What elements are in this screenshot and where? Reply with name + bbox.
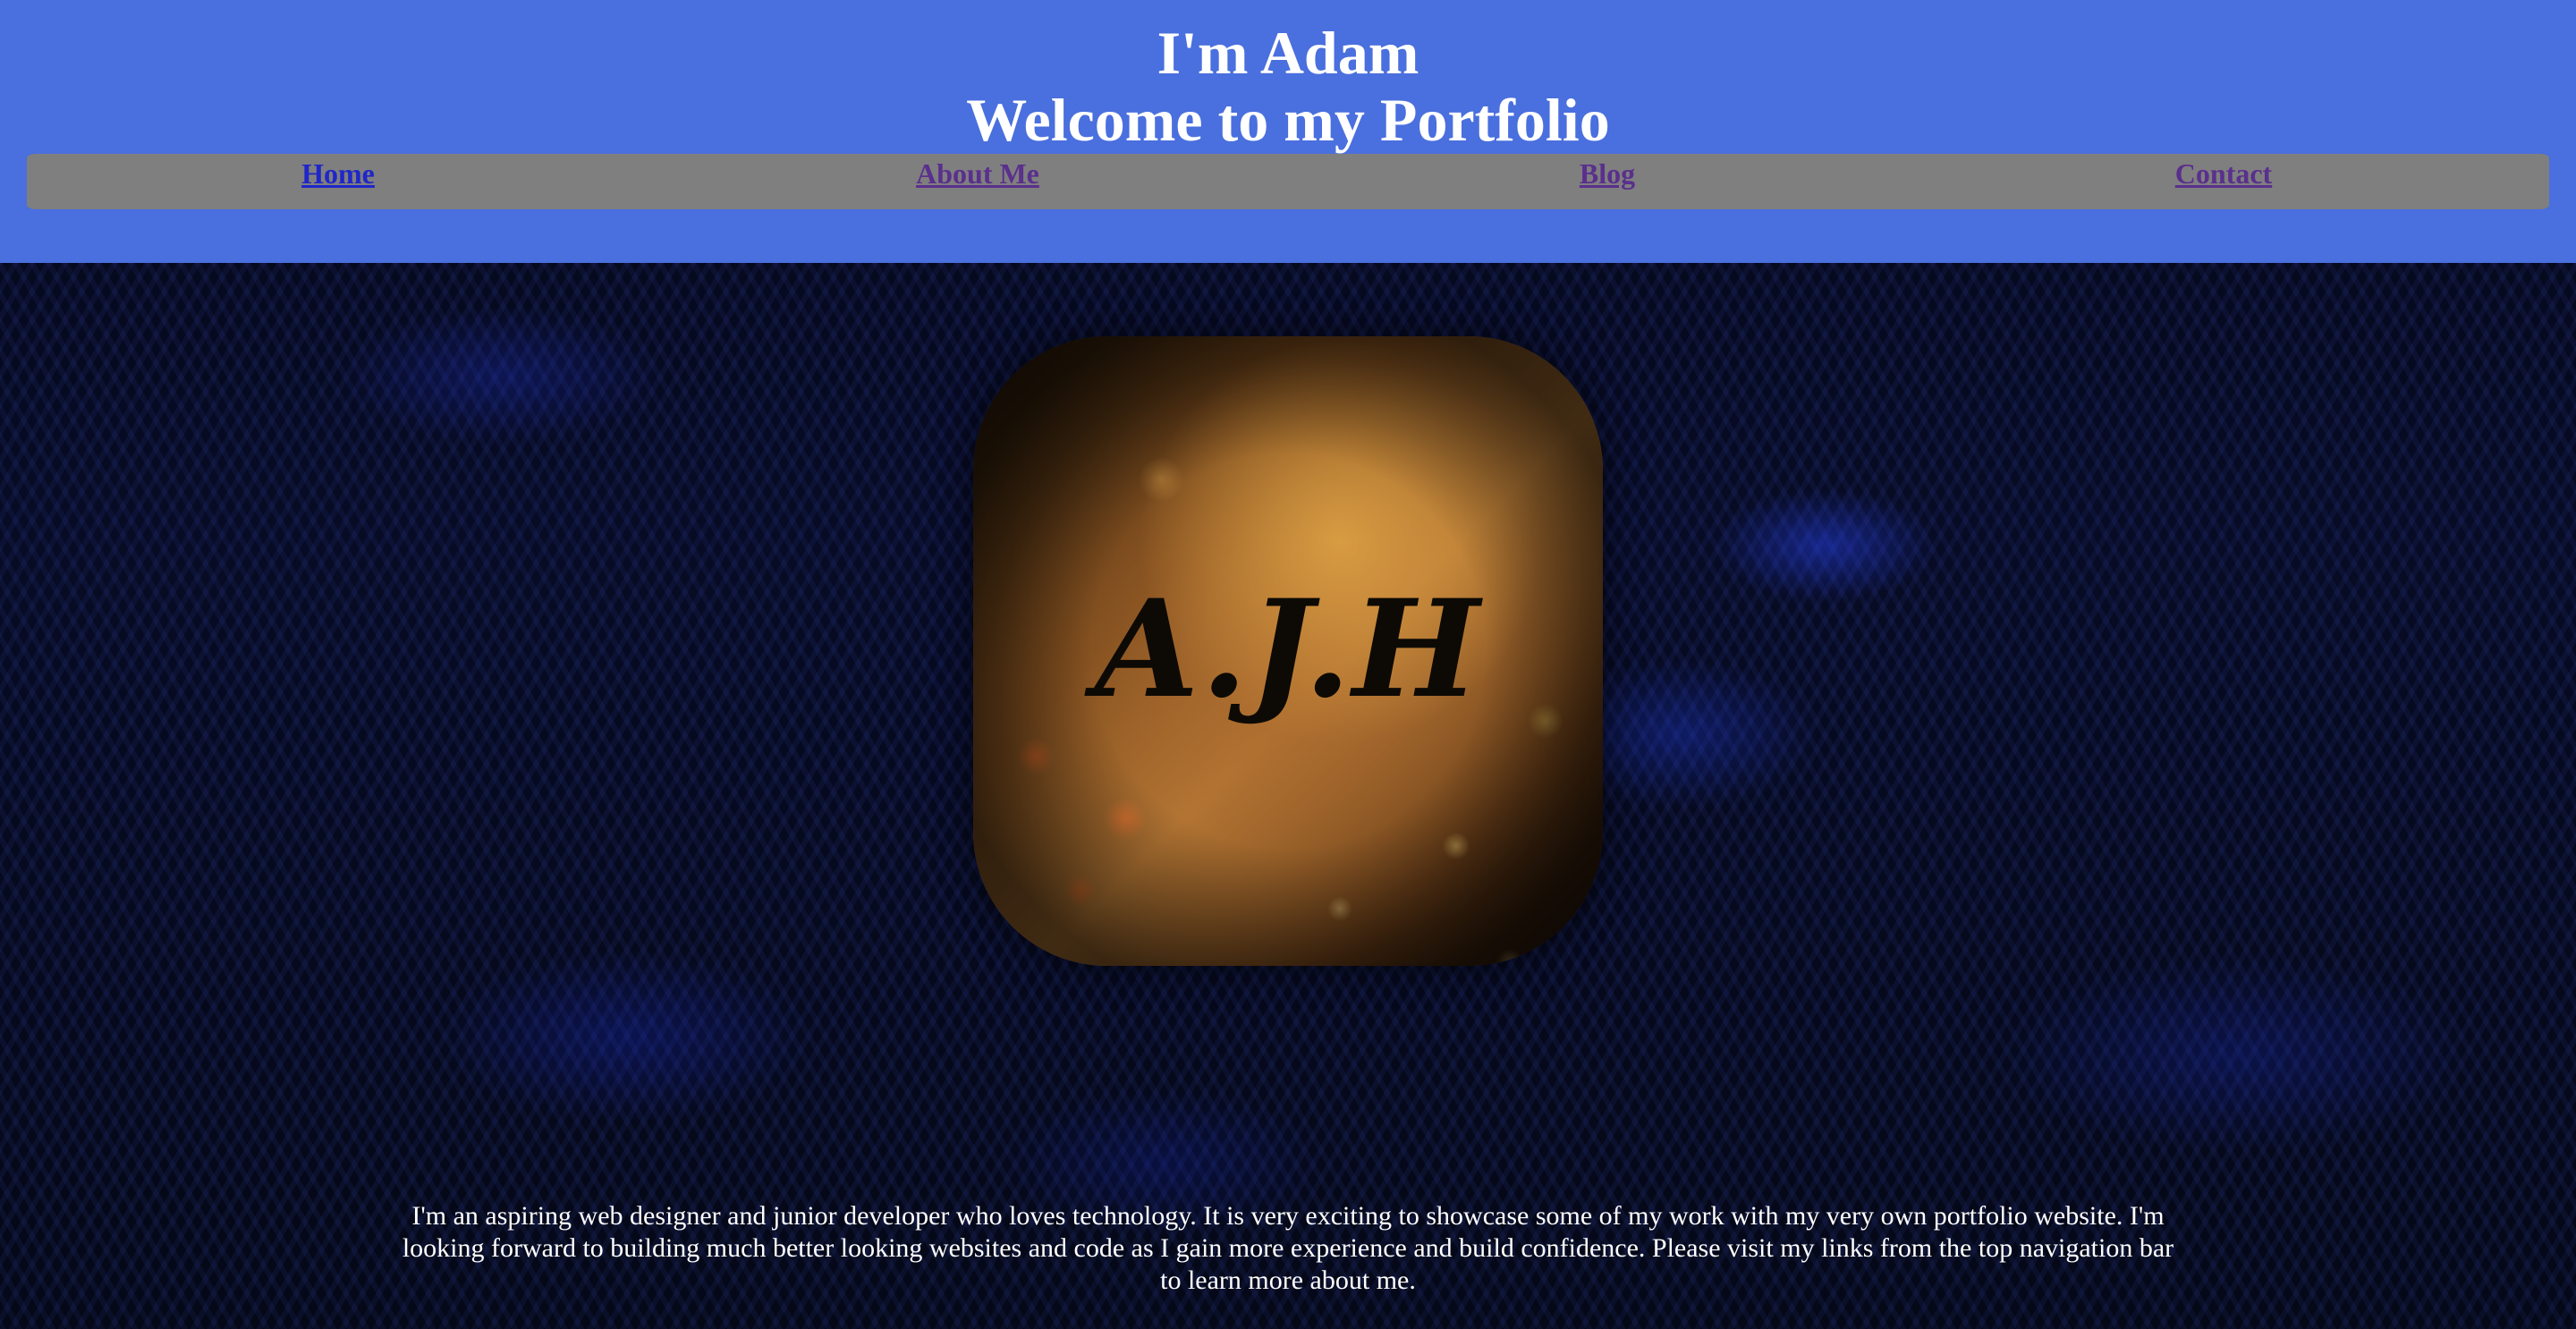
top-navigation-bar: Home About Me Blog Contact — [27, 154, 2549, 209]
nav-link-contact[interactable]: Contact — [1911, 157, 2537, 190]
title-line-name: I'm Adam — [1157, 19, 1419, 87]
monogram-logo-image: A.J.H — [973, 336, 1603, 966]
nav-link-blog[interactable]: Blog — [1294, 157, 1920, 190]
logo-monogram-text: A.J.H — [1095, 571, 1481, 728]
page-title: I'm Adam Welcome to my Portfolio — [0, 20, 2576, 154]
nav-link-home[interactable]: Home — [25, 157, 651, 190]
site-header: I'm Adam Welcome to my Portfolio Home Ab… — [0, 0, 2576, 263]
intro-paragraph: I'm an aspiring web designer and junior … — [402, 1201, 2174, 1295]
title-line-welcome: Welcome to my Portfolio — [966, 86, 1610, 154]
nav-link-about-me[interactable]: About Me — [665, 157, 1291, 190]
